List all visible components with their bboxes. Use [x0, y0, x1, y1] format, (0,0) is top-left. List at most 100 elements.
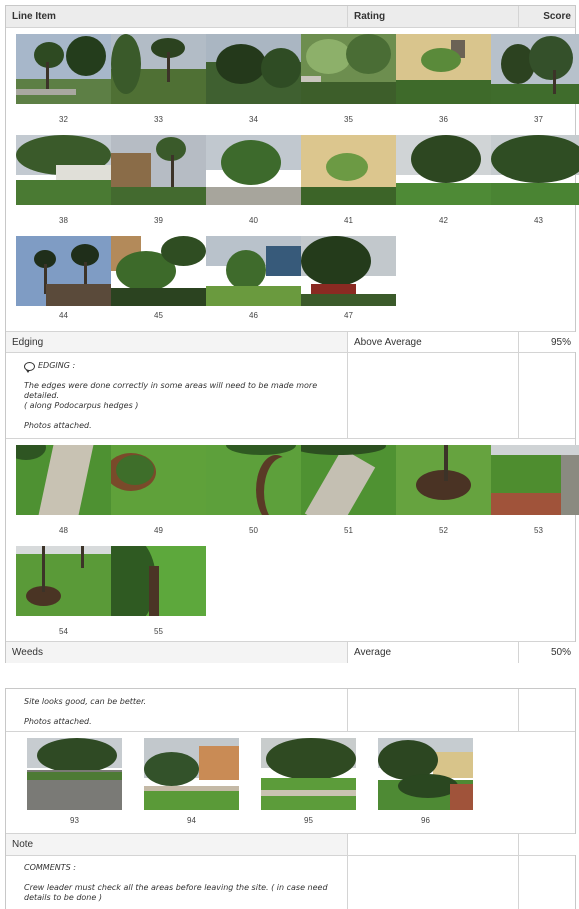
comment-cell: EDGING : The edges were done correctly i…	[6, 353, 348, 438]
photo-label: 42	[439, 216, 448, 225]
comment-score-empty	[519, 353, 577, 438]
photo-label: 35	[344, 115, 353, 124]
comment-row-site: Site looks good, can be better. Photos a…	[6, 689, 575, 732]
category-rating: Average	[348, 642, 519, 663]
photos-attached-text: Photos attached.	[24, 717, 92, 726]
category-score: 50%	[519, 642, 577, 663]
comment-body: Site looks good, can be better.	[24, 697, 147, 706]
table-header-row: Line Item Rating Score	[6, 6, 575, 28]
site-photo[interactable]	[301, 236, 396, 306]
comment-score-empty	[519, 856, 577, 909]
site-photo[interactable]	[378, 738, 473, 810]
site-photo[interactable]	[396, 135, 491, 205]
photo-label: 54	[59, 627, 68, 636]
photo-label: 43	[534, 216, 543, 225]
photo-label: 41	[344, 216, 353, 225]
category-name: Weeds	[6, 642, 348, 663]
edging-photo[interactable]	[111, 546, 206, 616]
photo-label: 40	[249, 216, 258, 225]
category-score-empty	[519, 834, 577, 855]
photo-label: 93	[70, 816, 79, 825]
edging-photo[interactable]	[396, 445, 491, 515]
report-table: Line Item Rating Score 32 33 34 35 36 37…	[5, 5, 579, 663]
category-row-weeds: Weeds Average 50%	[6, 642, 577, 663]
site-photo[interactable]	[206, 236, 301, 306]
site-photo[interactable]	[396, 34, 491, 104]
site-photo[interactable]	[491, 34, 579, 104]
comment-title: EDGING :	[24, 361, 76, 373]
photo-label: 51	[344, 526, 353, 535]
header-line-item: Line Item	[6, 6, 348, 27]
comment-note: ( along Podocarpus hedges )	[24, 401, 139, 410]
category-rating-empty	[348, 834, 519, 855]
site-photo[interactable]	[111, 236, 206, 306]
photo-label: 46	[249, 311, 258, 320]
site-photo[interactable]	[491, 135, 579, 205]
comment-cell: COMMENTS : Crew leader must check all th…	[6, 856, 348, 909]
photo-label: 32	[59, 115, 68, 124]
category-row-edging: Edging Above Average 95%	[6, 332, 577, 353]
site-photo[interactable]	[301, 34, 396, 104]
photo-label: 44	[59, 311, 68, 320]
edging-photo[interactable]	[206, 445, 301, 515]
comment-body: Crew leader must check all the areas bef…	[24, 883, 328, 902]
comment-title-text: EDGING :	[38, 361, 76, 370]
comment-row-edging: EDGING : The edges were done correctly i…	[6, 353, 575, 439]
photo-label: 47	[344, 311, 353, 320]
photo-label: 96	[421, 816, 430, 825]
comment-score-empty	[519, 689, 577, 731]
photo-label: 94	[187, 816, 196, 825]
category-name: Edging	[6, 332, 348, 352]
photo-label: 33	[154, 115, 163, 124]
comment-row-note: COMMENTS : Crew leader must check all th…	[6, 856, 575, 909]
edging-photo[interactable]	[16, 546, 111, 616]
comment-icon	[24, 361, 35, 373]
photo-label: 34	[249, 115, 258, 124]
comment-cell: Site looks good, can be better. Photos a…	[6, 689, 348, 731]
category-score: 95%	[519, 332, 577, 352]
site-photo[interactable]	[301, 135, 396, 205]
edging-photo[interactable]	[111, 445, 206, 515]
edging-photo[interactable]	[491, 445, 579, 515]
comment-title: COMMENTS :	[24, 863, 76, 872]
site-photo[interactable]	[261, 738, 356, 810]
comment-rating-empty	[348, 353, 519, 438]
edging-photo[interactable]	[16, 445, 111, 515]
photo-label: 95	[304, 816, 313, 825]
photo-label: 39	[154, 216, 163, 225]
edging-photo[interactable]	[301, 445, 396, 515]
photo-label: 36	[439, 115, 448, 124]
site-photo[interactable]	[206, 135, 301, 205]
category-name: Note	[6, 834, 348, 855]
photo-label: 48	[59, 526, 68, 535]
photo-label: 50	[249, 526, 258, 535]
site-photo[interactable]	[16, 34, 111, 104]
site-photo[interactable]	[144, 738, 239, 810]
category-rating: Above Average	[348, 332, 519, 352]
report-table-continued: Site looks good, can be better. Photos a…	[5, 688, 577, 909]
photo-grid-edging: 48 49 50 51 52 53 54 55	[6, 439, 579, 642]
comment-body: The edges were done correctly in some ar…	[24, 381, 318, 400]
header-rating: Rating	[348, 6, 519, 27]
photo-label: 52	[439, 526, 448, 535]
site-photo[interactable]	[27, 738, 122, 810]
category-row-note: Note	[6, 834, 577, 856]
site-photo[interactable]	[111, 135, 206, 205]
site-photo[interactable]	[16, 236, 111, 306]
site-photo[interactable]	[16, 135, 111, 205]
photo-label: 55	[154, 627, 163, 636]
photo-grid-first: 32 33 34 35 36 37 38 39 40 41 42 43 44 4…	[6, 28, 579, 332]
inspection-report-page: Line Item Rating Score 32 33 34 35 36 37…	[0, 0, 579, 909]
photo-label: 45	[154, 311, 163, 320]
comment-rating-empty	[348, 689, 519, 731]
photos-attached-text: Photos attached.	[24, 421, 92, 430]
photo-label: 37	[534, 115, 543, 124]
photo-label: 38	[59, 216, 68, 225]
header-score: Score	[543, 11, 571, 22]
site-photo[interactable]	[206, 34, 301, 104]
photo-label: 49	[154, 526, 163, 535]
photo-label: 53	[534, 526, 543, 535]
photo-grid-site: 93 94 95 96	[6, 732, 575, 834]
site-photo[interactable]	[111, 34, 206, 104]
comment-rating-empty	[348, 856, 519, 909]
